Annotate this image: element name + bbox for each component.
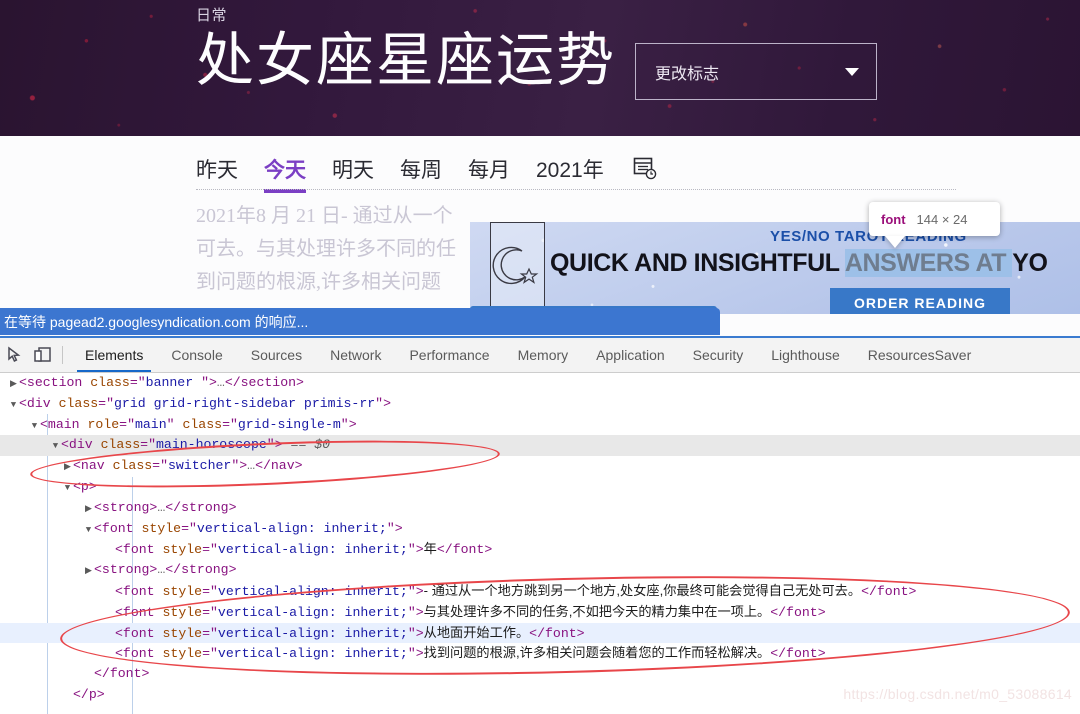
tab-security[interactable]: Security: [679, 338, 758, 372]
toolbar-divider: [62, 346, 63, 364]
inspect-tooltip-arrow-icon: [885, 236, 905, 248]
dom-row[interactable]: ▶<font style="vertical-align: inherit;">…: [0, 602, 1080, 623]
dom-row[interactable]: ▶<nav class="switcher">…</nav>: [0, 456, 1080, 477]
tab-elements[interactable]: Elements: [71, 338, 157, 372]
tab-memory[interactable]: Memory: [504, 338, 583, 372]
ad-headline-post: YO: [1012, 249, 1047, 277]
tab-console[interactable]: Console: [157, 338, 236, 372]
expand-arrow-icon[interactable]: ▶: [62, 457, 73, 478]
switcher-divider: [196, 189, 956, 190]
collapse-arrow-icon[interactable]: ▼: [83, 520, 94, 541]
inspect-element-icon[interactable]: [2, 342, 28, 368]
order-reading-button[interactable]: ORDER READING: [830, 288, 1010, 314]
dom-tree[interactable]: ▶<section class="banner ">…</section> ▼<…: [0, 373, 1080, 714]
change-logo-select-label: 更改标志: [655, 60, 719, 84]
device-toolbar-icon[interactable]: [30, 342, 56, 368]
browser-viewport: 日常 处女座星座运势 更改标志 昨天 今天 明天 每周 每月 2021年: [0, 0, 1080, 336]
switcher-item-monthly[interactable]: 每月: [468, 154, 510, 190]
dom-row[interactable]: ▼<font style="vertical-align: inherit;">: [0, 519, 1080, 540]
collapse-arrow-icon[interactable]: ▼: [62, 478, 73, 499]
collapse-arrow-icon[interactable]: ▼: [8, 395, 19, 416]
dom-row[interactable]: ▼<div class="grid grid-right-sidebar pri…: [0, 394, 1080, 415]
horoscope-period-switcher: 昨天 今天 明天 每周 每月 2021年: [196, 154, 658, 190]
inspect-tooltip-dimensions: 144 × 24: [917, 212, 968, 227]
inspect-tooltip-tag: font: [881, 212, 906, 227]
dom-row-hovered[interactable]: ▶<font style="vertical-align: inherit;">…: [0, 623, 1080, 644]
ad-headline-pre: QUICK AND INSIGHTFUL: [550, 249, 845, 277]
expand-arrow-icon[interactable]: ▶: [83, 561, 94, 582]
expand-arrow-icon[interactable]: ▶: [83, 499, 94, 520]
dom-text-node: 与其处理许多不同的任务,不如把今天的精力集中在一项上。: [424, 604, 771, 619]
dom-row[interactable]: ▶<font style="vertical-align: inherit;">…: [0, 581, 1080, 602]
ad-headline-highlight: ANSWERS AT: [845, 249, 1012, 277]
dom-text-node: 年: [424, 541, 437, 556]
tab-lighthouse[interactable]: Lighthouse: [757, 338, 854, 372]
expand-arrow-icon[interactable]: ▶: [8, 374, 19, 395]
change-logo-select[interactable]: 更改标志: [635, 43, 877, 100]
dom-row[interactable]: ▶<font style="vertical-align: inherit;">…: [0, 539, 1080, 560]
dom-text-node: 从地面开始工作。: [424, 625, 530, 640]
dom-row[interactable]: ▶<strong>…</strong>: [0, 560, 1080, 581]
tarot-moon-star-icon: [490, 222, 545, 314]
dom-text-node: - 通过从一个地方跳到另一个地方,处女座,你最终可能会觉得自己无处可去。: [424, 583, 861, 598]
collapse-arrow-icon[interactable]: ▼: [50, 436, 61, 457]
dom-text-node: 找到问题的根源,许多相关问题会随着您的工作而轻松解决。: [424, 645, 771, 660]
browser-status-bar: 在等待 pagead2.googlesyndication.com 的响应...: [0, 308, 720, 335]
switcher-item-year[interactable]: 2021年: [536, 154, 604, 190]
tab-sources[interactable]: Sources: [237, 338, 316, 372]
browser-status-text: 在等待 pagead2.googlesyndication.com 的响应...: [4, 312, 308, 332]
dom-row[interactable]: ▼<p>: [0, 477, 1080, 498]
dom-row[interactable]: ▶<font style="vertical-align: inherit;">…: [0, 643, 1080, 664]
tab-application[interactable]: Application: [582, 338, 679, 372]
switcher-item-today[interactable]: 今天: [264, 154, 306, 190]
dom-row[interactable]: ▼<main role="main" class="grid-single-m"…: [0, 415, 1080, 436]
page-title: 处女座星座运势: [196, 26, 616, 96]
dom-row[interactable]: ▶</font>: [0, 664, 1080, 685]
switcher-item-weekly[interactable]: 每周: [400, 154, 442, 190]
ad-headline: QUICK AND INSIGHTFUL ANSWERS AT YO: [550, 249, 1048, 278]
dom-row[interactable]: ▶<section class="banner ">…</section>: [0, 373, 1080, 394]
watermark: https://blog.csdn.net/m0_53088614: [843, 686, 1072, 702]
dom-row[interactable]: ▶<strong>…</strong>: [0, 498, 1080, 519]
inspect-tooltip: font 144 × 24: [869, 202, 1000, 236]
devtools-tabbar: Elements Console Sources Network Perform…: [0, 338, 1080, 373]
dom-row-selected[interactable]: ▼<div class="main-horoscope"> == $0: [0, 435, 1080, 456]
switcher-item-yesterday[interactable]: 昨天: [196, 154, 238, 190]
tab-network[interactable]: Network: [316, 338, 395, 372]
tab-performance[interactable]: Performance: [395, 338, 503, 372]
devtools-panel: Elements Console Sources Network Perform…: [0, 336, 1080, 712]
chevron-down-icon: [845, 68, 859, 76]
calendar-clock-icon[interactable]: [632, 155, 658, 190]
tab-resourcessaver[interactable]: ResourcesSaver: [854, 338, 986, 372]
collapse-arrow-icon[interactable]: ▼: [29, 416, 40, 437]
dom-selection-marker: == $0: [291, 437, 331, 452]
hero-banner: 日常 处女座星座运势 更改标志: [0, 0, 1080, 136]
switcher-item-tomorrow[interactable]: 明天: [332, 154, 374, 190]
hero-kicker: 日常: [196, 4, 227, 25]
